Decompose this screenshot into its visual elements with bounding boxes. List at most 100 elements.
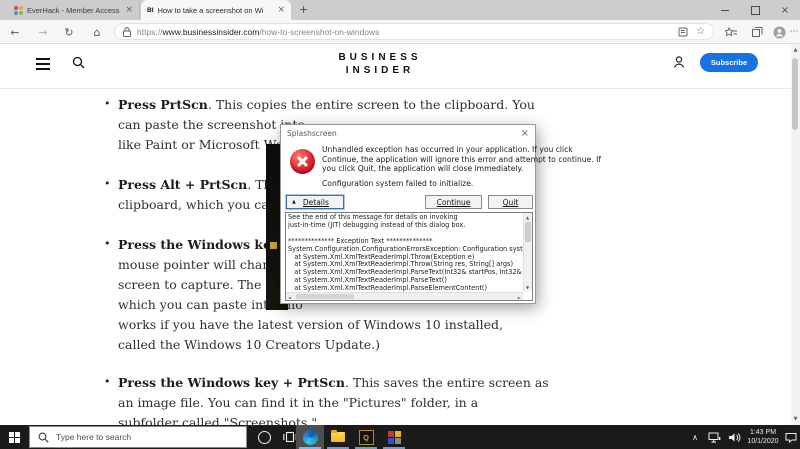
bullet-text: works if you have the latest version of … — [118, 316, 503, 336]
tab-close-icon[interactable]: × — [277, 6, 285, 15]
details-label: Details — [303, 198, 329, 207]
scroll-left-icon[interactable]: ◄ — [288, 295, 291, 300]
bullet-text: . This saves the entire screen as — [345, 375, 549, 390]
bullet-bold: Press Alt + PrtScn — [118, 177, 247, 192]
dialog-title: Splashscreen — [287, 129, 521, 138]
settings-menu-icon[interactable]: ⋯ — [788, 20, 800, 44]
joomla-favicon-icon — [14, 6, 23, 15]
refresh-button[interactable]: ↻ — [60, 20, 78, 44]
bi-favicon-icon: BI — [147, 7, 154, 14]
network-icon[interactable] — [704, 425, 724, 449]
windows-logo-icon — [9, 432, 20, 443]
dialog-title-bar[interactable]: Splashscreen × — [281, 125, 535, 141]
scrollbar-thumb[interactable] — [525, 222, 531, 242]
error-icon — [290, 149, 315, 174]
scroll-up-icon[interactable]: ▲ — [526, 215, 529, 220]
url-domain: www.businessinsider.com — [163, 27, 260, 37]
action-center-icon — [785, 432, 797, 443]
edge-icon — [303, 430, 318, 445]
collapse-arrow-icon: ▲ — [292, 199, 296, 205]
maximize-icon — [751, 6, 760, 15]
url-path: /how-to-screenshot-on-windows — [259, 27, 379, 37]
details-button[interactable]: ▲ Details — [286, 195, 344, 209]
page-scrollbar[interactable]: ▲ ▼ — [791, 44, 800, 425]
back-button[interactable]: ← — [6, 20, 24, 44]
exception-details-box[interactable]: See the end of this message for details … — [285, 212, 533, 301]
clock-date: 10/1/2020 — [747, 437, 778, 446]
tray-chevron-icon[interactable]: ∧ — [686, 425, 704, 449]
scroll-up-icon[interactable]: ▲ — [791, 47, 800, 53]
continue-button[interactable]: Continue — [425, 195, 482, 209]
error-dialog: Splashscreen × Unhandled exception has o… — [280, 124, 536, 304]
exception-details-text: See the end of this message for details … — [288, 214, 533, 293]
quit-label: Quit — [503, 198, 519, 207]
action-center-button[interactable] — [782, 425, 800, 449]
bullet-bold: Press the Windows key + PrtScn — [118, 375, 345, 390]
tab-article[interactable]: BI How to take a screenshot on Wi × — [141, 0, 291, 20]
bullet-text: called the Windows 10 Creators Update.) — [118, 336, 503, 356]
minimize-icon — [721, 10, 729, 11]
dialog-message: Unhandled exception has occurred in your… — [322, 145, 532, 174]
url-scheme: https:// — [137, 27, 163, 37]
minimize-button[interactable] — [710, 0, 740, 20]
bullet-icon: • — [104, 375, 111, 388]
new-tab-button[interactable]: + — [299, 4, 308, 15]
continue-label: Continue — [437, 198, 471, 207]
bullet-text: an image file. You can find it in the "P… — [118, 394, 549, 414]
lock-icon — [123, 27, 131, 37]
home-button[interactable]: ⌂ — [88, 20, 106, 44]
taskbar-clock[interactable]: 1:43 PM 10/1/2020 — [744, 425, 782, 449]
search-icon — [38, 432, 49, 443]
close-icon: × — [781, 5, 789, 16]
window-controls: × — [710, 0, 800, 20]
image-detail — [270, 242, 277, 249]
clock-time: 1:43 PM — [747, 428, 778, 437]
maximize-button[interactable] — [740, 0, 770, 20]
scrollbar-thumb[interactable] — [792, 58, 798, 130]
taskbar-edge-button[interactable] — [296, 425, 324, 449]
scrollbar-thumb[interactable] — [296, 294, 354, 299]
dialog-close-icon[interactable]: × — [521, 128, 529, 139]
forward-button[interactable]: → — [34, 20, 52, 44]
task-view-icon — [283, 431, 297, 443]
bullet-text: . This copies the entire screen to the c… — [208, 97, 535, 112]
favorites-bar-icon[interactable] — [722, 20, 740, 44]
tab-title: How to take a screenshot on Wi — [158, 6, 274, 15]
start-button[interactable] — [0, 425, 28, 449]
browser-toolbar: ← → ↻ ⌂ https://www.businessinsider.com/… — [0, 20, 800, 44]
bullet-icon: • — [104, 177, 111, 190]
taskbar-file-explorer-button[interactable] — [324, 425, 352, 449]
tab-title: EverHack - Member Access — [27, 6, 121, 15]
cortana-icon — [258, 431, 271, 444]
file-explorer-icon — [331, 432, 345, 442]
app-q-icon: Q — [359, 430, 374, 445]
taskbar: Type here to search Q — [0, 425, 800, 449]
browser-tab-strip: EverHack - Member Access × BI How to tak… — [0, 0, 800, 20]
bullet-icon: • — [104, 237, 111, 250]
bullet-icon: • — [104, 97, 111, 110]
search-placeholder: Type here to search — [56, 432, 131, 442]
volume-icon[interactable] — [724, 425, 744, 449]
taskbar-app-colorful-button[interactable] — [380, 425, 408, 449]
colorful-app-icon — [388, 431, 401, 444]
tab-everhack[interactable]: EverHack - Member Access × — [8, 0, 140, 20]
scroll-down-icon[interactable]: ▼ — [526, 285, 529, 290]
collections-icon[interactable] — [748, 20, 766, 44]
dialog-message-secondary: Configuration system failed to initializ… — [322, 179, 473, 188]
cortana-button[interactable] — [251, 425, 277, 449]
add-favorite-star-icon[interactable]: ☆ — [696, 26, 705, 37]
quit-button[interactable]: Quit — [488, 195, 533, 209]
scroll-right-icon[interactable]: ► — [518, 295, 521, 300]
scroll-down-icon[interactable]: ▼ — [791, 416, 800, 422]
taskbar-search-input[interactable]: Type here to search — [29, 426, 247, 448]
details-horizontal-scrollbar[interactable]: ◄ ► — [286, 292, 523, 300]
tab-close-icon[interactable]: × — [125, 6, 133, 15]
bullet-bold: Press PrtScn — [118, 97, 208, 112]
desktop-screen: EverHack - Member Access × BI How to tak… — [0, 0, 800, 449]
taskbar-app-q-button[interactable]: Q — [352, 425, 380, 449]
url-bar[interactable]: https://www.businessinsider.com/how-to-s… — [114, 23, 714, 40]
details-vertical-scrollbar[interactable]: ▲ ▼ — [523, 213, 532, 292]
profile-avatar[interactable] — [770, 20, 788, 44]
close-window-button[interactable]: × — [770, 0, 800, 20]
reading-list-icon[interactable] — [678, 27, 688, 37]
